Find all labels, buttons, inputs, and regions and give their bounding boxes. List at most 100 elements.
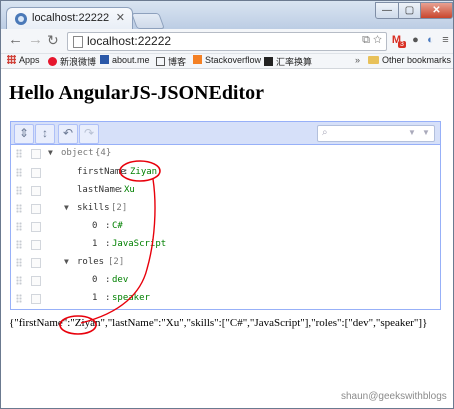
field-value[interactable]: JavaScript	[112, 239, 166, 249]
tree-row-object[interactable]: ▼ object {4}	[11, 145, 440, 163]
search-next-icon[interactable]: ▼	[408, 128, 416, 137]
editor-menubar: ⇕ ↕ ↶ ↷ ⌕ ▼ ▼	[11, 122, 440, 145]
field-separator: :	[118, 185, 124, 195]
field-name[interactable]: skills	[77, 203, 110, 213]
drag-handle-icon[interactable]	[16, 186, 22, 195]
field-separator: :	[123, 167, 129, 177]
close-window-button[interactable]: ✕	[420, 2, 453, 19]
browser-tab[interactable]: localhost:22222 ✕	[6, 7, 133, 30]
field-value[interactable]: Ziyan	[130, 167, 157, 177]
forward-icon[interactable]: →	[28, 32, 43, 48]
drag-handle-icon[interactable]	[16, 168, 22, 177]
tree-row-firstname[interactable]: firstName : Ziyan	[11, 164, 440, 182]
json-output: {"firstName":"Ziyan","lastName":"Xu","sk…	[9, 317, 428, 329]
redo-button[interactable]: ↷	[79, 124, 99, 144]
expander-icon[interactable]: ▼	[48, 148, 53, 157]
other-bookmarks-label: Other bookmarks	[382, 55, 452, 65]
bookmark-blog[interactable]: 博客	[156, 55, 186, 68]
context-menu-button[interactable]	[31, 222, 41, 232]
globe-icon[interactable]: ◐	[424, 34, 437, 47]
field-value[interactable]: C#	[112, 221, 123, 231]
bookmark-apps[interactable]: Apps	[7, 55, 40, 65]
search-previous-icon[interactable]: ▼	[422, 128, 430, 137]
context-menu-button[interactable]	[31, 258, 41, 268]
field-name[interactable]: lastName	[77, 185, 120, 195]
bookmark-stackoverflow[interactable]: Stackoverflow	[193, 55, 261, 65]
node-count: {4}	[95, 148, 112, 158]
expander-icon[interactable]: ▼	[64, 257, 69, 266]
bookmark-label: Apps	[19, 55, 40, 65]
browser-toolbar: ← → ↻ localhost:22222 ⧉ ☆ M 3 ● ◐ ≡	[1, 29, 453, 54]
index-label: 0	[92, 275, 98, 285]
undo-button[interactable]: ↶	[58, 124, 78, 144]
index-label: 1	[92, 293, 98, 303]
index-label: 1	[92, 239, 98, 249]
notion-icon	[264, 57, 273, 66]
tree-row-roles-1[interactable]: 1 : speaker	[11, 290, 440, 308]
bookmarks-overflow[interactable]: »	[355, 55, 360, 65]
drag-handle-icon[interactable]	[16, 276, 22, 285]
other-bookmarks[interactable]: Other bookmarks	[368, 55, 451, 65]
tab-title: localhost:22222	[32, 12, 110, 24]
url-text[interactable]: localhost:22222	[87, 34, 171, 48]
field-name[interactable]: roles	[77, 257, 104, 267]
drag-handle-icon[interactable]	[16, 204, 22, 213]
field-separator: :	[105, 293, 111, 303]
field-name[interactable]: firstName	[77, 167, 126, 177]
bookmark-exchange[interactable]: 汇率换算	[264, 55, 312, 68]
context-menu-button[interactable]	[31, 149, 41, 159]
tab-close-icon[interactable]: ✕	[116, 11, 125, 24]
bookmark-weibo[interactable]: 新浪微博	[48, 55, 96, 68]
bookmark-label: 新浪微博	[60, 57, 97, 67]
page-title: Hello AngularJS-JSONEditor	[9, 82, 265, 104]
field-value[interactable]: Xu	[124, 185, 135, 195]
menu-icon[interactable]: ≡	[439, 34, 452, 47]
new-tab-button[interactable]	[131, 13, 165, 29]
drag-handle-icon[interactable]	[16, 149, 22, 158]
maximize-button[interactable]: ▢	[398, 2, 421, 19]
extension-icon[interactable]: ●	[409, 34, 422, 47]
address-bar[interactable]: localhost:22222 ⧉ ☆	[67, 32, 387, 51]
tree-row-roles-0[interactable]: 0 : dev	[11, 272, 440, 290]
aboutme-icon	[100, 55, 109, 64]
node-count: [2]	[111, 203, 128, 213]
drag-handle-icon[interactable]	[16, 258, 22, 267]
field-value[interactable]: dev	[112, 275, 128, 285]
reload-icon[interactable]: ↻	[47, 32, 59, 48]
expander-icon[interactable]: ▼	[64, 203, 69, 212]
field-value[interactable]: speaker	[112, 293, 150, 303]
expand-all-button[interactable]: ⇕	[14, 124, 34, 144]
bookmark-label: about.me	[112, 55, 150, 65]
blog-icon	[156, 57, 165, 66]
tree-row-skills[interactable]: ▼ skills [2]	[11, 200, 440, 218]
tree-row-skills-0[interactable]: 0 : C#	[11, 218, 440, 236]
context-menu-button[interactable]	[31, 168, 41, 178]
weibo-icon	[48, 57, 57, 66]
apps-icon	[7, 55, 16, 64]
node-count: [2]	[108, 257, 125, 267]
bookmark-aboutme[interactable]: about.me	[100, 55, 150, 65]
context-menu-button[interactable]	[31, 204, 41, 214]
tree-row-skills-1[interactable]: 1 : JavaScript	[11, 236, 440, 254]
folder-icon	[368, 56, 379, 64]
bookmark-star-icon[interactable]: ⧉ ☆	[362, 34, 382, 47]
collapse-all-button[interactable]: ↕	[35, 124, 55, 144]
context-menu-button[interactable]	[31, 276, 41, 286]
context-menu-button[interactable]	[31, 294, 41, 304]
context-menu-button[interactable]	[31, 186, 41, 196]
title-bar: localhost:22222 ✕ — ▢ ✕	[1, 1, 453, 30]
index-label: 0	[92, 221, 98, 231]
field-separator: :	[105, 221, 111, 231]
tree-row-roles[interactable]: ▼ roles [2]	[11, 254, 440, 272]
minimize-button[interactable]: —	[375, 2, 399, 19]
drag-handle-icon[interactable]	[16, 222, 22, 231]
search-box[interactable]: ⌕ ▼ ▼	[317, 125, 435, 142]
drag-handle-icon[interactable]	[16, 240, 22, 249]
drag-handle-icon[interactable]	[16, 294, 22, 303]
tree-row-lastname[interactable]: lastName : Xu	[11, 182, 440, 200]
field-separator: :	[105, 239, 111, 249]
browser-window: localhost:22222 ✕ — ▢ ✕ ← → ↻ localhost:…	[0, 0, 454, 409]
context-menu-button[interactable]	[31, 240, 41, 250]
search-icon: ⌕	[322, 127, 328, 138]
back-icon[interactable]: ←	[8, 32, 23, 48]
